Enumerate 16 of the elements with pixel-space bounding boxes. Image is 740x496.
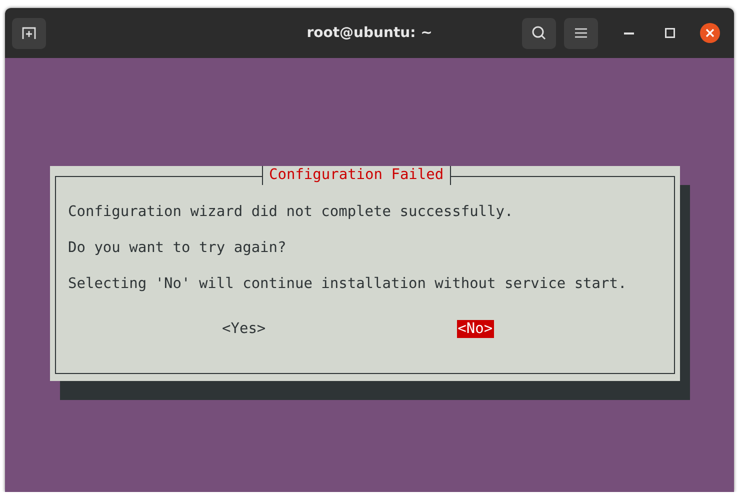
dialog-message: Do you want to try again? [68, 239, 288, 258]
close-icon [700, 23, 720, 43]
dialog-button[interactable]: <No> [456, 320, 494, 338]
dialog-button[interactable]: <Yes> [221, 320, 267, 338]
new-tab-button[interactable] [12, 18, 46, 48]
new-tab-icon [21, 25, 37, 41]
dialog-message: Configuration wizard did not complete successfully. [68, 203, 514, 222]
menu-button[interactable] [564, 18, 598, 48]
search-button[interactable] [522, 18, 556, 48]
minimize-icon [624, 32, 634, 34]
window-title: root@ubuntu: ~ [306, 25, 434, 41]
menu-icon [574, 27, 588, 39]
maximize-icon [665, 28, 675, 38]
dialog-message: Selecting 'No' will continue installation without service start. [68, 275, 628, 294]
search-icon [531, 25, 547, 41]
dialog-title: Configuration Failed [262, 166, 451, 185]
